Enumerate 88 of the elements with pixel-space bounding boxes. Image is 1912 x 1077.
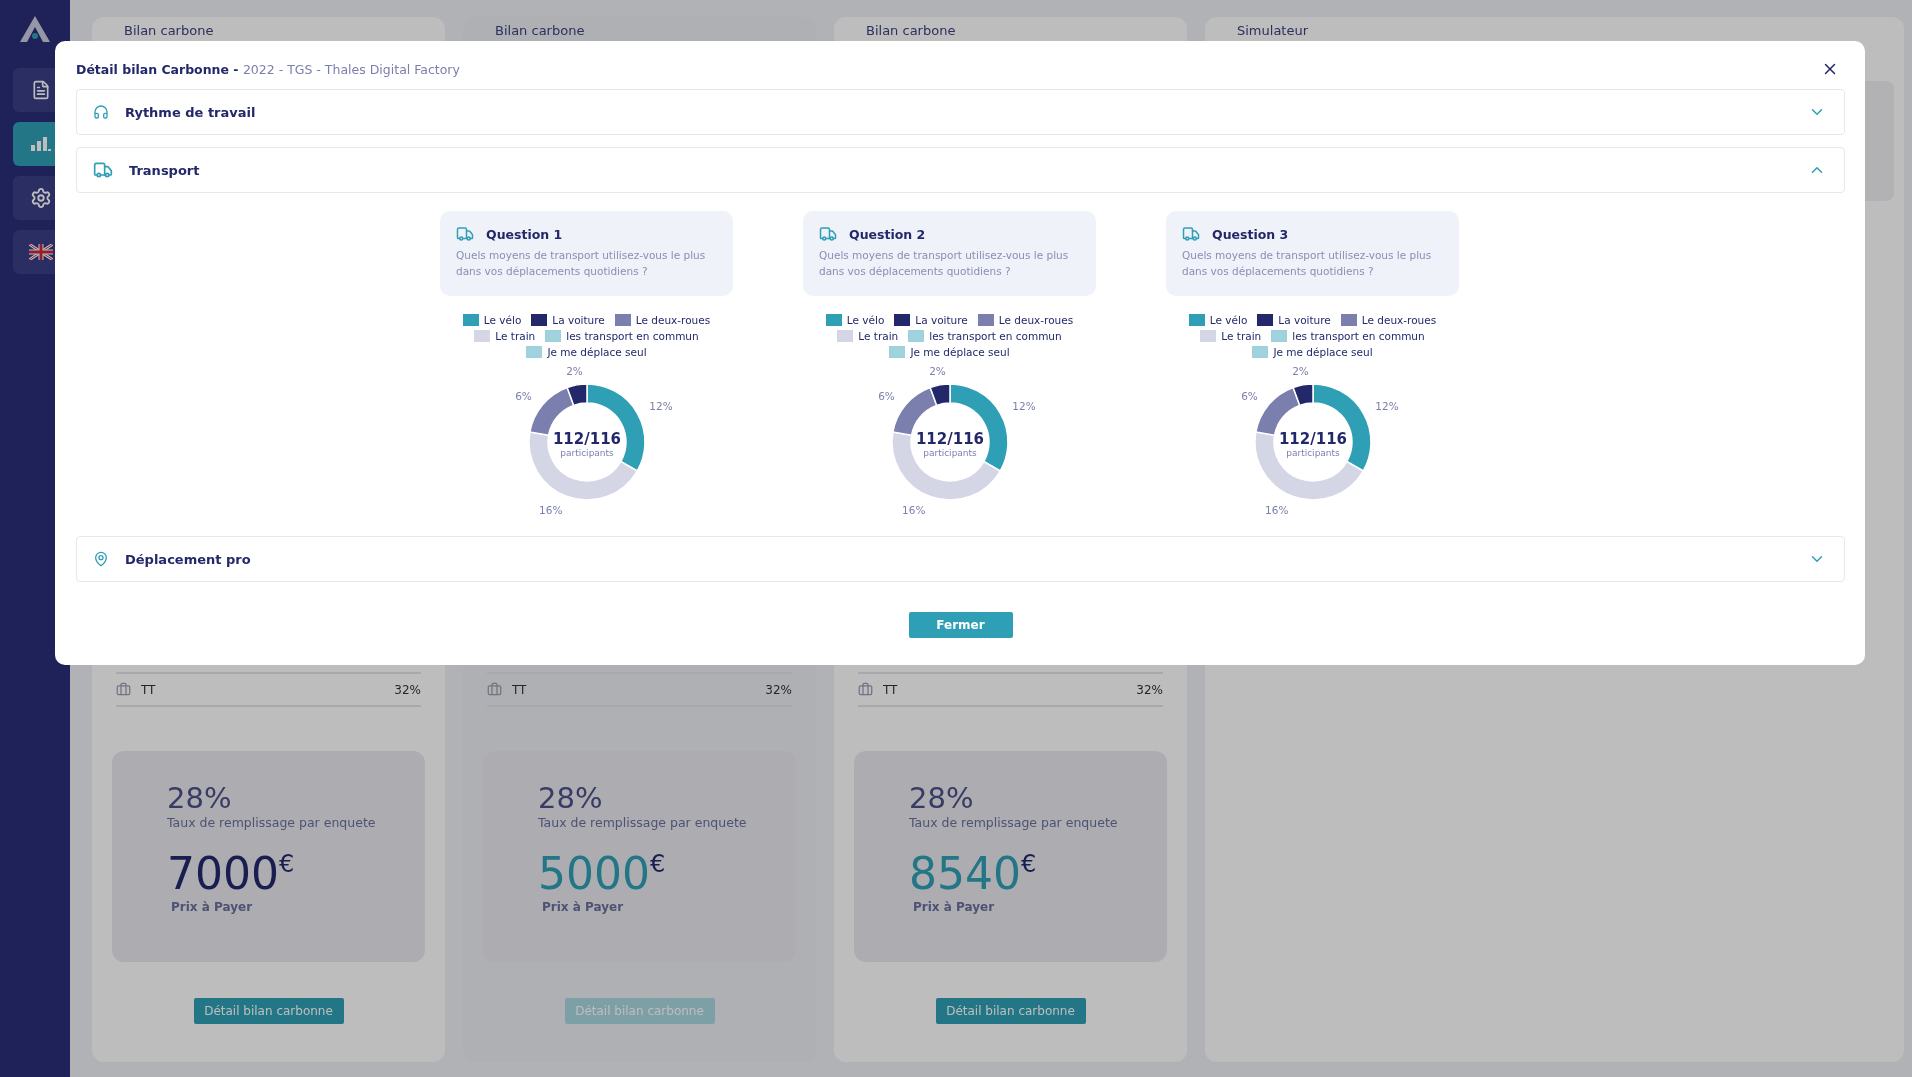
truck-icon xyxy=(456,225,474,243)
card-title: Bilan carbone xyxy=(865,23,957,39)
question-text: Quels moyens de transport utilisez-vous le plus dans vos déplacements quotidiens ? xyxy=(819,248,1070,279)
participants-label: participants xyxy=(922,448,977,458)
headset-icon xyxy=(93,104,109,120)
truck-icon xyxy=(1182,225,1200,243)
fill-rate-label: Taux de remplissage par enquete xyxy=(167,815,377,830)
legend-item: La voiture xyxy=(531,314,605,326)
row-label: TT xyxy=(141,682,156,697)
detail-button[interactable]: Détail bilan carbonne xyxy=(193,998,344,1024)
legend-item: les transport en commun xyxy=(545,330,699,342)
slice-label: 12% xyxy=(1374,400,1399,412)
slice-label: 6% xyxy=(877,389,895,402)
legend-item: Le train xyxy=(837,330,899,342)
participants-count: 112/116 xyxy=(915,430,984,448)
bar-chart-icon xyxy=(30,136,52,152)
row-label: TT xyxy=(512,682,527,697)
fill-rate: 28% xyxy=(167,781,233,815)
fill-rate: 28% xyxy=(909,781,975,815)
question-text: Quels moyens de transport utilisez-vous le plus dans vos déplacements quotidiens ? xyxy=(456,248,707,279)
question-title: Question 2 xyxy=(849,226,926,242)
question-text: Quels moyens de transport utilisez-vous le plus dans vos déplacements quotidiens ? xyxy=(1182,248,1433,279)
detail-button[interactable]: Détail bilan carbonne xyxy=(935,998,1086,1024)
legend-item: Le deux-roues xyxy=(977,314,1074,326)
legend-item: La voiture xyxy=(1257,314,1331,326)
logo-icon xyxy=(17,14,53,44)
participants-count: 112/116 xyxy=(1278,430,1347,448)
price: 7000 xyxy=(167,852,279,896)
price-label: Prix à Payer xyxy=(542,900,625,914)
slice-label: 12% xyxy=(1011,400,1036,412)
legend-item: Le deux-roues xyxy=(1340,314,1437,326)
document-icon xyxy=(31,80,51,100)
legend-item: Le train xyxy=(1200,330,1262,342)
slice-label: 6% xyxy=(1240,389,1258,402)
legend-item: Le deux-roues xyxy=(614,314,711,326)
legend-item: les transport en commun xyxy=(908,330,1062,342)
accordion-header[interactable]: Transport xyxy=(76,147,1845,193)
slice-label: 12% xyxy=(648,400,673,412)
participants-count: 112/116 xyxy=(552,430,621,448)
slice-label: 2% xyxy=(928,365,946,378)
question-title: Question 1 xyxy=(486,226,563,242)
legend-item: Le train xyxy=(474,330,536,342)
briefcase-icon xyxy=(858,682,873,697)
currency: € xyxy=(279,852,295,876)
row-value: 32% xyxy=(394,682,421,697)
currency: € xyxy=(650,852,666,876)
price-label: Prix à Payer xyxy=(171,900,254,914)
legend-item: Je me déplace seul xyxy=(889,346,1010,358)
briefcase-icon xyxy=(116,682,131,697)
modal-title: Détail bilan Carbonne - 2022 - TGS - Thales Digital Factory xyxy=(76,61,460,77)
legend-item: Le vélo xyxy=(825,314,885,326)
row-label: TT xyxy=(883,682,898,697)
row-value: 32% xyxy=(1136,682,1163,697)
close-modal-button[interactable]: Fermer xyxy=(908,612,1013,638)
card-title: Bilan carbone xyxy=(123,23,215,39)
slice-label: 16% xyxy=(1264,503,1288,516)
fill-rate-label: Taux de remplissage par enquete xyxy=(538,815,748,830)
settings-icon xyxy=(30,187,52,209)
card-title: Simulateur xyxy=(1236,23,1310,39)
slice-label: 16% xyxy=(901,503,925,516)
currency: € xyxy=(1021,852,1037,876)
legend-item: Je me déplace seul xyxy=(526,346,647,358)
legend-item: Le vélo xyxy=(1188,314,1248,326)
truck-icon xyxy=(819,225,837,243)
legend-item: les transport en commun xyxy=(1271,330,1425,342)
fill-rate: 28% xyxy=(538,781,604,815)
accordion-header[interactable]: Déplacement pro xyxy=(76,536,1845,582)
slice-label: 16% xyxy=(538,503,562,516)
price: 5000 xyxy=(538,852,650,896)
price-label: Prix à Payer xyxy=(913,900,996,914)
truck-icon xyxy=(93,160,113,180)
map-pin-icon xyxy=(93,551,109,567)
slice-label: 2% xyxy=(565,365,583,378)
flag-icon xyxy=(29,244,53,260)
legend-item: Le vélo xyxy=(462,314,522,326)
fill-rate-label: Taux de remplissage par enquete xyxy=(909,815,1119,830)
question-title: Question 3 xyxy=(1212,226,1289,242)
slice-label: 6% xyxy=(514,389,532,402)
price: 8540 xyxy=(909,852,1021,896)
legend-item: Je me déplace seul xyxy=(1252,346,1373,358)
slice-label: 2% xyxy=(1291,365,1309,378)
accordion-header[interactable]: Rythme de travail xyxy=(76,89,1845,135)
legend-item: La voiture xyxy=(894,314,968,326)
card-title: Bilan carbone xyxy=(494,23,586,39)
participants-label: participants xyxy=(1285,448,1340,458)
row-value: 32% xyxy=(765,682,792,697)
briefcase-icon xyxy=(487,682,502,697)
participants-label: participants xyxy=(559,448,614,458)
